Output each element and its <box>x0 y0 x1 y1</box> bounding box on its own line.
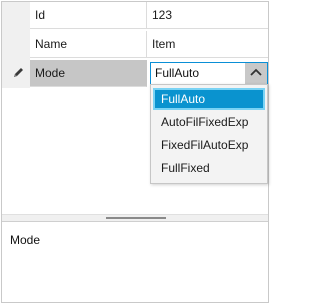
splitter-grip[interactable] <box>106 217 166 219</box>
option-autofilfixedexp[interactable]: AutoFilFixedExp <box>153 111 265 133</box>
property-grid-window: Id 123 Name Item Mode FullAuto FullAuto … <box>1 1 269 303</box>
panel-splitter[interactable] <box>2 214 268 222</box>
description-panel: Mode <box>2 222 268 302</box>
option-fullfixed[interactable]: FullFixed <box>153 157 265 179</box>
property-row-name[interactable]: Name Item <box>2 31 268 59</box>
dropdown-toggle-button[interactable] <box>245 63 267 84</box>
property-row-id[interactable]: Id 123 <box>2 2 268 30</box>
option-fixedfilautoexp[interactable]: FixedFilAutoExp <box>153 134 265 156</box>
chevron-up-icon <box>250 68 262 76</box>
property-name: Mode <box>30 60 147 87</box>
option-fullauto[interactable]: FullAuto <box>153 88 265 110</box>
mode-combobox[interactable]: FullAuto <box>150 62 268 85</box>
pencil-icon <box>11 66 25 80</box>
mode-dropdown-list: FullAuto AutoFilFixedExp FixedFilAutoExp… <box>150 84 268 184</box>
combobox-value: FullAuto <box>155 66 200 80</box>
property-value[interactable]: Item <box>147 31 268 58</box>
property-name: Id <box>30 2 147 29</box>
property-grid: Id 123 Name Item Mode FullAuto FullAuto … <box>2 2 268 214</box>
property-value[interactable]: 123 <box>147 2 268 29</box>
description-title: Mode <box>10 233 41 247</box>
property-name: Name <box>30 31 147 58</box>
